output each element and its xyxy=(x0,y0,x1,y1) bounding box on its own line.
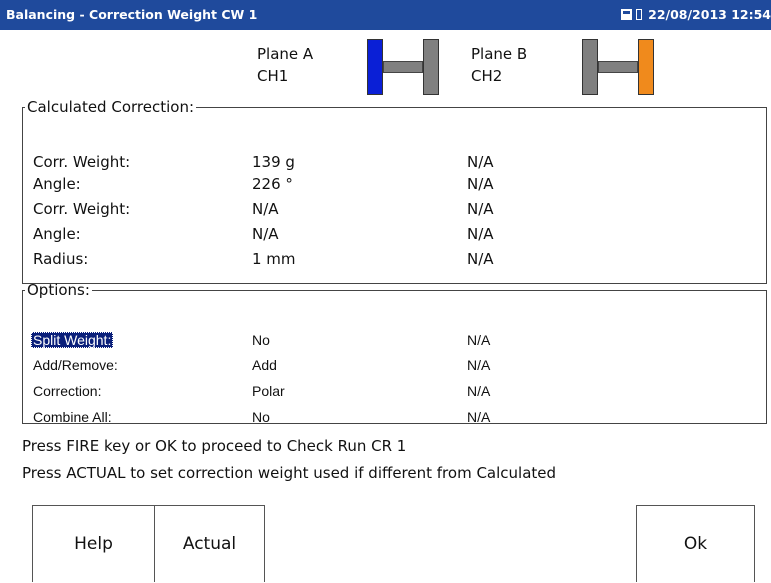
row-label: Angle: xyxy=(33,175,81,193)
option-label[interactable]: Add/Remove: xyxy=(33,357,118,373)
datetime: 22/08/2013 12:54 xyxy=(648,7,771,22)
status-area: 22/08/2013 12:54 xyxy=(621,6,771,22)
option-plane-b-value: N/A xyxy=(467,409,491,425)
help-button[interactable]: Help xyxy=(32,505,155,582)
plane-a-header: Plane A CH1 xyxy=(257,43,313,87)
plane-a-rotor-icon xyxy=(367,39,439,95)
plane-b-channel: CH2 xyxy=(471,67,503,85)
row-label: Corr. Weight: xyxy=(33,153,131,171)
title-bar: Balancing - Correction Weight CW 1 22/08… xyxy=(0,0,771,30)
calculated-correction-legend: Calculated Correction: xyxy=(27,98,194,116)
window-title: Balancing - Correction Weight CW 1 xyxy=(6,7,258,22)
plane-a-value: 1 mm xyxy=(252,250,296,268)
plane-b-name: Plane B xyxy=(471,45,528,63)
plane-a-value: N/A xyxy=(252,225,279,243)
option-plane-a-value[interactable]: No xyxy=(252,332,270,348)
row-label: Radius: xyxy=(33,250,89,268)
plane-a-channel: CH1 xyxy=(257,67,289,85)
row-label: Corr. Weight: xyxy=(33,200,131,218)
plane-a-value: N/A xyxy=(252,200,279,218)
options-group: Options: Split Weight: No N/A Add/Remove: Ad… xyxy=(22,281,767,425)
option-label[interactable]: Combine All: xyxy=(33,409,112,425)
plane-b-value: N/A xyxy=(467,200,494,218)
instruction-check-run: Press FIRE key or OK to proceed to Check… xyxy=(22,437,407,455)
option-plane-b-value: N/A xyxy=(467,383,491,399)
sd-card-icon xyxy=(621,9,633,20)
plane-a-name: Plane A xyxy=(257,45,314,63)
row-label: Angle: xyxy=(33,225,81,243)
plane-a-value: 139 g xyxy=(252,153,295,171)
plane-b-value: N/A xyxy=(467,175,494,193)
option-plane-a-value[interactable]: Polar xyxy=(252,383,285,399)
option-plane-b-value: N/A xyxy=(467,357,491,373)
option-plane-a-value[interactable]: No xyxy=(252,409,270,425)
plane-b-value: N/A xyxy=(467,153,494,171)
plane-b-value: N/A xyxy=(467,250,494,268)
option-label[interactable]: Correction: xyxy=(33,383,101,399)
plane-b-rotor-icon xyxy=(582,39,654,95)
battery-icon xyxy=(636,9,643,20)
calculated-correction-group: Calculated Correction: Corr. Weight: 139 … xyxy=(22,99,767,284)
instruction-actual: Press ACTUAL to set correction weight us… xyxy=(22,464,557,482)
option-label[interactable]: Split Weight: xyxy=(31,332,114,348)
option-plane-a-value[interactable]: Add xyxy=(252,357,277,373)
plane-a-value: 226 ° xyxy=(252,175,293,193)
actual-button[interactable]: Actual xyxy=(154,505,265,582)
options-legend: Options: xyxy=(27,281,90,299)
plane-b-value: N/A xyxy=(467,225,494,243)
plane-b-header: Plane B CH2 xyxy=(471,43,527,87)
ok-button[interactable]: Ok xyxy=(636,505,755,582)
option-plane-b-value: N/A xyxy=(467,332,491,348)
